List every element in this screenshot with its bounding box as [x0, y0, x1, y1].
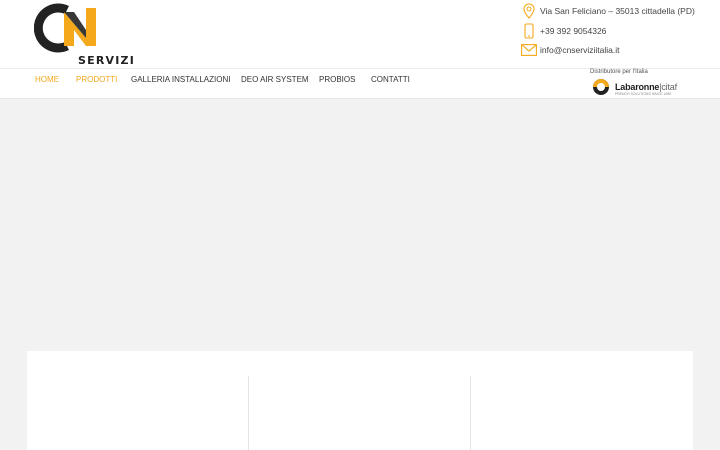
site-header: SERVIZI Via San Feliciano – 35013 cittad…	[0, 0, 720, 68]
column-divider	[248, 376, 249, 450]
nav-probios[interactable]: PROBIOS	[319, 69, 355, 99]
phone-text[interactable]: +39 392 9054326	[540, 26, 606, 36]
phone-row[interactable]: +39 392 9054326	[520, 22, 606, 40]
distributor-badge[interactable]: Distributore per l'Italia Labaronne|cita…	[590, 69, 700, 99]
hero-banner	[0, 99, 720, 351]
email-text[interactable]: info@cnserviziitalia.it	[540, 45, 620, 55]
logo-wordmark: SERVIZI	[78, 54, 135, 67]
distributor-label: Distributore per l'Italia	[590, 69, 648, 75]
content-panel	[27, 351, 693, 450]
location-pin-icon	[520, 2, 538, 20]
labaronne-logo-mark	[593, 79, 609, 95]
distributor-brand: Labaronne|citaf	[615, 82, 677, 92]
nav-contatti[interactable]: CONTATTI	[371, 69, 410, 99]
email-row[interactable]: info@cnserviziitalia.it	[520, 41, 620, 59]
cn-logo-mark	[33, 3, 96, 53]
distributor-brand-sub: citaf	[661, 82, 677, 92]
address-text: Via San Feliciano – 35013 cittadella (PD…	[540, 6, 695, 16]
column-divider	[470, 376, 471, 450]
nav-prodotti[interactable]: PRODOTTI	[76, 69, 117, 99]
distributor-brand-main: Labaronne	[615, 82, 660, 92]
mobile-phone-icon	[520, 22, 538, 40]
cn-servizi-logo[interactable]: SERVIZI	[33, 2, 134, 67]
address-row: Via San Feliciano – 35013 cittadella (PD…	[520, 2, 695, 20]
contact-info: Via San Feliciano – 35013 cittadella (PD…	[520, 0, 720, 68]
nav-galleria-installazioni[interactable]: GALLERIA INSTALLAZIONI	[131, 69, 230, 99]
nav-home[interactable]: HOME	[35, 69, 59, 99]
envelope-icon	[520, 41, 538, 59]
distributor-tagline: FRENCH SOLUTIONS SINCE 1980	[615, 92, 672, 96]
nav-deo-air-system[interactable]: DEO AIR SYSTEM	[241, 69, 309, 99]
main-navigation: HOME PRODOTTI GALLERIA INSTALLAZIONI DEO…	[0, 68, 720, 99]
